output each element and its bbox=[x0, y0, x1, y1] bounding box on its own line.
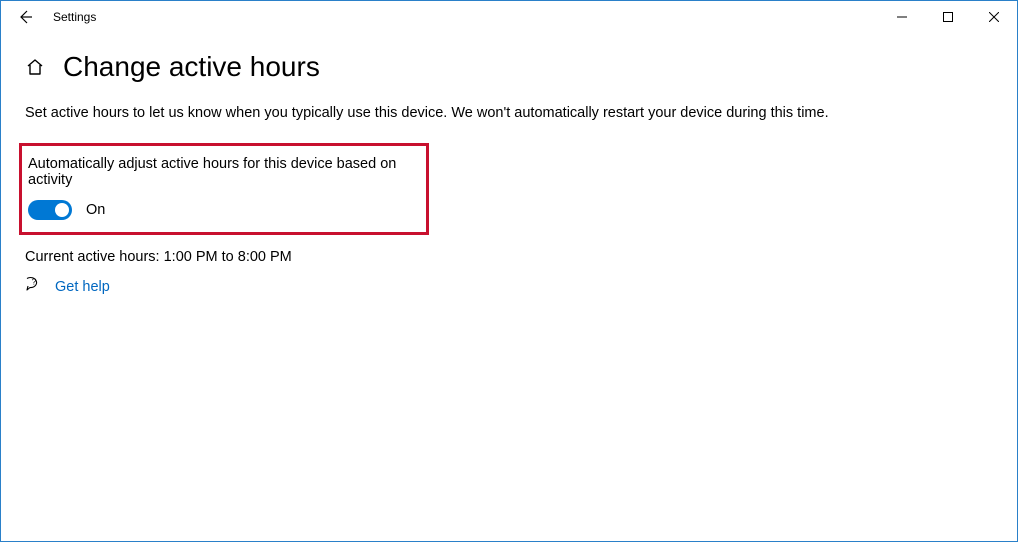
page-description: Set active hours to let us know when you… bbox=[25, 105, 993, 121]
minimize-icon bbox=[897, 12, 907, 22]
settings-window: Settings bbox=[0, 0, 1018, 542]
current-active-hours-text: Current active hours: 1:00 PM to 8:00 PM bbox=[25, 249, 993, 265]
help-icon: ? bbox=[25, 275, 43, 298]
highlighted-setting-box: Automatically adjust active hours for th… bbox=[19, 143, 429, 235]
close-button[interactable] bbox=[971, 1, 1017, 33]
content-area: Change active hours Set active hours to … bbox=[1, 33, 1017, 298]
window-title: Settings bbox=[49, 10, 879, 24]
maximize-icon bbox=[943, 12, 953, 22]
home-icon[interactable] bbox=[25, 57, 45, 77]
get-help-row: ? Get help bbox=[25, 275, 993, 298]
get-help-link[interactable]: Get help bbox=[55, 279, 110, 295]
back-arrow-icon bbox=[17, 9, 33, 25]
auto-adjust-toggle-row: On bbox=[28, 200, 416, 220]
auto-adjust-state-text: On bbox=[86, 202, 105, 218]
title-bar: Settings bbox=[1, 1, 1017, 33]
auto-adjust-label: Automatically adjust active hours for th… bbox=[28, 156, 416, 188]
close-icon bbox=[989, 12, 999, 22]
auto-adjust-toggle[interactable] bbox=[28, 200, 72, 220]
page-title: Change active hours bbox=[63, 51, 320, 83]
minimize-button[interactable] bbox=[879, 1, 925, 33]
back-button[interactable] bbox=[1, 1, 49, 33]
toggle-knob bbox=[55, 203, 69, 217]
maximize-button[interactable] bbox=[925, 1, 971, 33]
page-header: Change active hours bbox=[25, 51, 993, 83]
window-controls bbox=[879, 1, 1017, 33]
svg-text:?: ? bbox=[32, 278, 37, 287]
